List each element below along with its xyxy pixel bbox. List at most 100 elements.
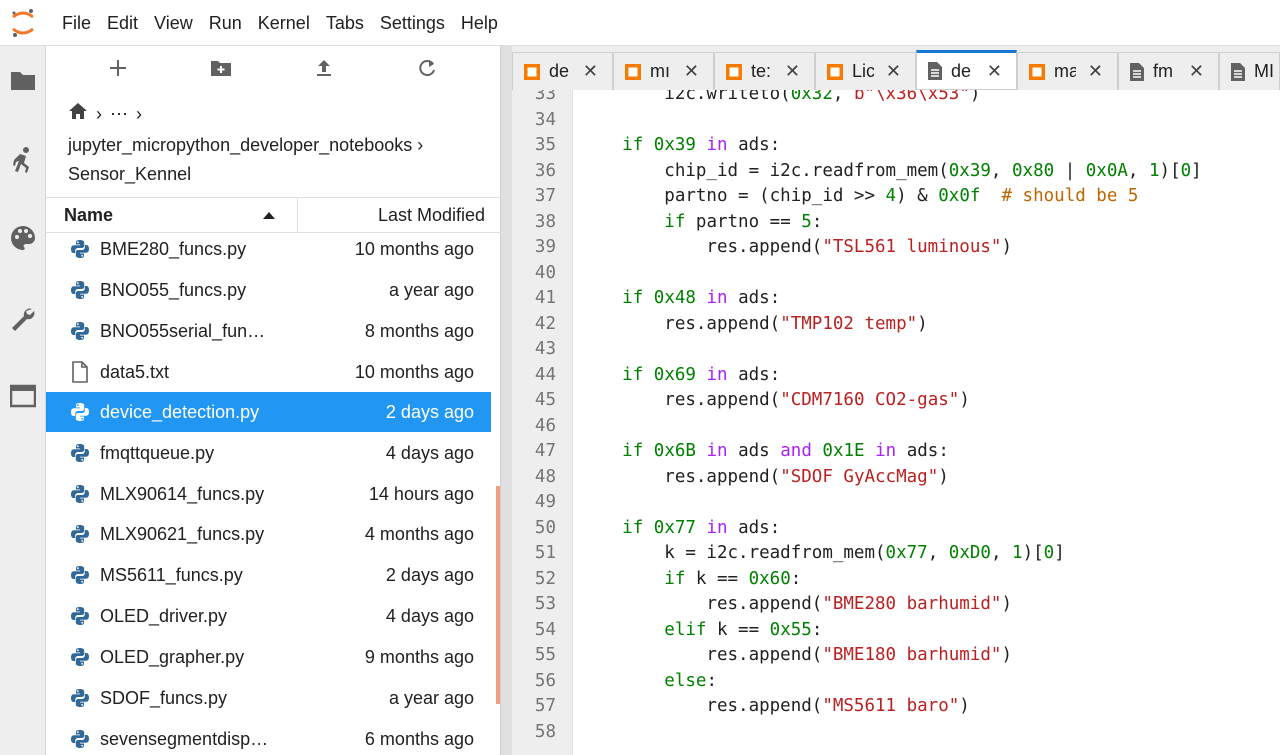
document-tab[interactable]: de ✕	[512, 52, 613, 90]
close-icon[interactable]: ✕	[987, 61, 1002, 82]
tab-label: Lic	[852, 61, 874, 81]
breadcrumb: › ⋯ › jupyter_micropython_developer_note…	[68, 100, 488, 189]
file-name: MLX90614_funcs.py	[100, 483, 265, 504]
folder-icon[interactable]	[0, 50, 46, 110]
last-modified-column-header[interactable]: Last Modified	[298, 205, 501, 226]
document-tab[interactable]: te: ✕	[714, 52, 815, 90]
scrollbar-indicator[interactable]	[496, 486, 500, 704]
line-number: 35	[534, 135, 556, 155]
new-launcher-plus-icon[interactable]	[66, 46, 169, 90]
line-number: 44	[534, 364, 556, 385]
document-tab[interactable]: fm ✕	[1118, 52, 1219, 90]
python-file-icon	[68, 400, 92, 424]
menu-tabs[interactable]: Tabs	[318, 0, 372, 46]
code-line: 41 if 0x48 in ads:	[512, 286, 1280, 312]
line-number: 37	[534, 186, 556, 206]
file-row[interactable]: OLED_driver.py 4 days ago	[46, 596, 491, 636]
menu-help[interactable]: Help	[453, 0, 506, 46]
tabs-icon[interactable]	[0, 366, 46, 426]
upload-icon[interactable]	[272, 46, 375, 90]
file-row[interactable]: BME280_funcs.py 10 months ago	[46, 233, 491, 269]
breadcrumb-ellipsis[interactable]: ⋯	[110, 100, 128, 129]
close-icon[interactable]: ✕	[1088, 61, 1103, 82]
notebook-icon	[826, 63, 844, 81]
document-tab[interactable]: mı ✕	[613, 52, 714, 90]
jupyter-logo-icon[interactable]	[0, 0, 46, 46]
code-line: 37 partno = (chip_id >> 4) & 0x0f # shou…	[512, 184, 1280, 210]
menu-view[interactable]: View	[146, 0, 201, 46]
menu-edit[interactable]: Edit	[99, 0, 146, 46]
line-number: 56	[534, 670, 556, 691]
file-row[interactable]: MLX90614_funcs.py 14 hours ago	[46, 474, 491, 514]
code-text: if 0x39 in ads:	[622, 135, 781, 155]
document-tab[interactable]: de ✕	[916, 50, 1017, 89]
tab-label: MI	[1254, 61, 1274, 81]
menu-run[interactable]: Run	[201, 0, 250, 46]
wrench-icon[interactable]	[0, 288, 46, 348]
file-row[interactable]: sevensegmentdisp… 6 months ago	[46, 719, 491, 755]
file-row[interactable]: MS5611_funcs.py 2 days ago	[46, 555, 491, 595]
code-text: res.append("TMP102 temp")	[580, 313, 928, 334]
line-number: 55	[534, 645, 556, 665]
line-number: 47	[534, 441, 556, 461]
file-row[interactable]: device_detection.py 2 days ago	[46, 392, 491, 432]
document-tab[interactable]: MI	[1219, 52, 1280, 90]
notebook-icon	[725, 63, 743, 81]
panel-splitter[interactable]	[501, 46, 512, 755]
file-row[interactable]: BNO055serial_fun… 8 months ago	[46, 311, 491, 351]
running-icon[interactable]	[0, 130, 46, 190]
code-line: 47 if 0x6B in ads and 0x1E in ads:	[512, 439, 1280, 465]
new-folder-icon[interactable]	[169, 46, 272, 90]
breadcrumb-current-folder[interactable]: Sensor_Kennel	[68, 160, 488, 189]
file-modified: a year ago	[388, 279, 474, 300]
line-number: 48	[534, 466, 556, 487]
document-tab[interactable]: ma ✕	[1017, 52, 1118, 90]
python-file-icon	[68, 441, 92, 465]
code-line: 44 if 0x69 in ads:	[512, 363, 1280, 389]
file-row[interactable]: fmqttqueue.py 4 days ago	[46, 433, 491, 473]
refresh-icon[interactable]	[375, 46, 478, 90]
file-modified: 10 months ago	[354, 238, 474, 259]
code-editor[interactable]: 33 i2c.writeto(0x32, b"\x36\x53") 34 35 i…	[512, 90, 1280, 755]
name-column-header[interactable]: Name	[46, 197, 298, 233]
line-number: 50	[534, 517, 556, 538]
home-icon[interactable]	[68, 100, 88, 129]
file-modified: 9 months ago	[364, 646, 474, 667]
file-row[interactable]: SDOF_funcs.py a year ago	[46, 678, 491, 718]
breadcrumb-folder-link[interactable]: jupyter_micropython_developer_notebooks	[68, 135, 412, 155]
line-number: 57	[534, 696, 556, 716]
file-row[interactable]: OLED_grapher.py 9 months ago	[46, 637, 491, 677]
menu-kernel[interactable]: Kernel	[250, 0, 318, 46]
line-number: 33	[534, 90, 556, 104]
python-file-icon	[68, 237, 92, 261]
menu-settings[interactable]: Settings	[372, 0, 453, 46]
menu-file[interactable]: File	[54, 0, 99, 46]
palette-icon[interactable]	[0, 208, 46, 268]
close-icon[interactable]: ✕	[1189, 61, 1204, 82]
file-browser-toolbar	[46, 46, 501, 90]
close-icon[interactable]: ✕	[785, 61, 800, 82]
code-line: 38 if partno == 5:	[512, 210, 1280, 236]
file-row[interactable]: BNO055_funcs.py a year ago	[46, 270, 491, 310]
python-file-icon	[68, 563, 92, 587]
file-modified: 4 days ago	[385, 442, 474, 463]
close-icon[interactable]: ✕	[886, 61, 901, 82]
code-line: 39 res.append("TSL561 luminous")	[512, 235, 1280, 261]
file-row[interactable]: data5.txt 10 months ago	[46, 352, 491, 392]
file-modified: a year ago	[388, 687, 474, 708]
line-number: 41	[534, 288, 556, 308]
document-tab[interactable]: Lic ✕	[815, 52, 916, 90]
close-icon[interactable]: ✕	[583, 61, 598, 82]
file-modified: 6 months ago	[364, 728, 474, 749]
code-text: res.append("BME280 barhumid")	[580, 594, 1012, 614]
tab-label: de	[549, 61, 570, 81]
close-icon[interactable]: ✕	[684, 61, 699, 82]
file-browser-panel: › ⋯ › jupyter_micropython_developer_note…	[46, 46, 501, 755]
file-modified: 4 days ago	[385, 605, 474, 626]
file-icon	[927, 61, 943, 81]
code-line: 54 elif k == 0x55:	[512, 618, 1280, 644]
file-row[interactable]: MLX90621_funcs.py 4 months ago	[46, 514, 491, 554]
file-name: OLED_driver.py	[100, 605, 228, 626]
python-file-icon	[68, 645, 92, 669]
